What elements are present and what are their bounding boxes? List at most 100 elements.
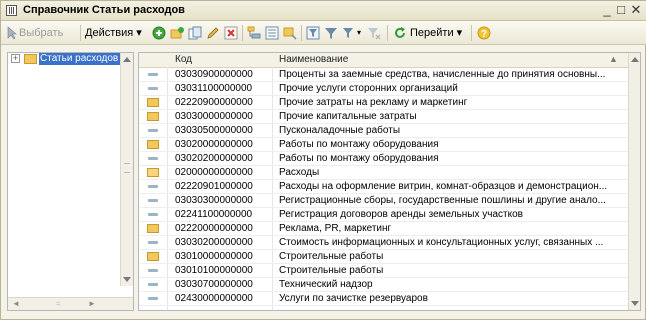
- scroll-up-arrow[interactable]: [631, 57, 639, 62]
- cell-code: 03030000000000: [175, 111, 253, 122]
- cell-name: Расходы: [279, 167, 320, 178]
- item-icon: [148, 73, 158, 76]
- scroll-down-arrow[interactable]: [123, 277, 131, 282]
- close-button[interactable]: ✕: [628, 2, 644, 18]
- scroll-down-arrow[interactable]: [631, 301, 639, 306]
- folder-icon: [24, 54, 37, 64]
- cell-code: 03031100000000: [175, 83, 253, 94]
- scroll-thumb-grip[interactable]: [124, 163, 130, 173]
- add-folder-icon[interactable]: [170, 26, 184, 40]
- table-row[interactable]: 03020200000000 Работы по монтажу оборудов…: [139, 152, 629, 166]
- item-icon: [148, 129, 158, 132]
- tree-node-label: Статьи расходов: [40, 53, 119, 64]
- cell-name: Работы по монтажу оборудования: [279, 153, 439, 164]
- tree-icon[interactable]: [283, 26, 297, 40]
- table-row[interactable]: 02220000000000 Реклама, PR, маркетинг: [139, 222, 629, 236]
- folder-icon: [147, 98, 159, 107]
- hierarchy-icon[interactable]: [247, 26, 261, 40]
- table-row[interactable]: 03030200000000 Стоимость информационных и…: [139, 236, 629, 250]
- table-row[interactable]: 03030900000000 Проценты за заемные средст…: [139, 68, 629, 82]
- refresh-icon[interactable]: [393, 26, 407, 40]
- toolbar-separator: [471, 25, 472, 41]
- table-row[interactable]: 03010000000000 Строительные работы: [139, 250, 629, 264]
- tree-horizontal-scrollbar[interactable]: ◄ = ►: [8, 297, 133, 310]
- filter-icon[interactable]: [306, 26, 320, 40]
- folder-icon: [147, 168, 159, 177]
- folder-icon: [147, 140, 159, 149]
- cell-name: Технический надзор: [279, 279, 373, 290]
- cell-name: Проценты за заемные средства, начисленны…: [279, 69, 606, 80]
- cell-name: Строительные работы: [279, 251, 384, 262]
- scroll-right-arrow[interactable]: ►: [88, 299, 96, 308]
- cell-name: Расходы на оформление витрин, комнат-обр…: [279, 181, 608, 192]
- cell-code: 02220900000000: [175, 97, 253, 108]
- cell-code: 02430000000000: [175, 293, 253, 304]
- item-icon: [148, 241, 158, 244]
- edit-icon[interactable]: [206, 26, 220, 40]
- expand-toggle[interactable]: +: [11, 54, 20, 63]
- table-row[interactable]: 03020000000000 Работы по монтажу оборудов…: [139, 138, 629, 152]
- table-row[interactable]: 02220901000000 Расходы на оформление витр…: [139, 180, 629, 194]
- toolbar-separator: [301, 25, 302, 41]
- table-row[interactable]: 03010100000000 Строительные работы: [139, 264, 629, 278]
- cell-code: 03020000000000: [175, 139, 253, 150]
- item-icon: [148, 199, 158, 202]
- table-vertical-scrollbar[interactable]: [628, 53, 640, 310]
- table-header: Код Наименование ▲: [139, 53, 629, 68]
- toolbar-separator: [80, 25, 81, 41]
- window-title: Справочник Статьи расходов: [23, 4, 185, 16]
- filter-by-value-icon[interactable]: [324, 26, 338, 40]
- table-row[interactable]: 02220900000000 Прочие затраты на рекламу …: [139, 96, 629, 110]
- add-icon[interactable]: [152, 26, 166, 40]
- svg-text:?: ?: [481, 29, 487, 40]
- table-row[interactable]: 02000000000000 Расходы: [139, 166, 629, 180]
- table-row[interactable]: 02241100000000 Регистрация договоров арен…: [139, 208, 629, 222]
- column-header-name[interactable]: Наименование: [279, 54, 348, 65]
- folder-icon: [147, 252, 159, 261]
- cell-code: 03030200000000: [175, 237, 253, 248]
- item-icon: [148, 185, 158, 188]
- table-row[interactable]: 03031100000000 Прочие услуги сторонних ор…: [139, 82, 629, 96]
- items-table: Код Наименование ▲ 03030900000000 Процент…: [138, 52, 641, 311]
- table-row[interactable]: 03030300000000 Регистрационные сборы, гос…: [139, 194, 629, 208]
- cell-name: Работы по монтажу оборудования: [279, 139, 439, 150]
- cell-name: Услуги по зачистке резервуаров: [279, 293, 428, 304]
- delete-icon[interactable]: [224, 26, 238, 40]
- column-header-code[interactable]: Код: [175, 54, 192, 65]
- maximize-button[interactable]: □: [613, 2, 629, 18]
- select-button[interactable]: Выбрать: [19, 25, 63, 41]
- cell-code: 03030300000000: [175, 195, 253, 206]
- table-row[interactable]: 02430000000000 Услуги по зачистке резерву…: [139, 292, 629, 306]
- toolbar: Выбрать Действия ▾ ▾ Перейти ▾ ?: [1, 21, 646, 45]
- filter-history-icon[interactable]: [342, 26, 356, 40]
- title-bar: Справочник Статьи расходов _ □ ✕: [1, 1, 646, 21]
- table-row[interactable]: 03030700000000 Технический надзор: [139, 278, 629, 292]
- cell-code: 03020200000000: [175, 153, 253, 164]
- scroll-left-arrow[interactable]: ◄: [12, 299, 20, 308]
- actions-menu-button[interactable]: Действия ▾: [85, 25, 142, 41]
- cell-code: 02220901000000: [175, 181, 253, 192]
- cell-code: 03010100000000: [175, 265, 253, 276]
- cell-name: Реклама, PR, маркетинг: [279, 223, 392, 234]
- chevron-down-icon[interactable]: ▾: [357, 25, 361, 41]
- scroll-up-arrow[interactable]: [123, 57, 131, 62]
- copy-icon[interactable]: [188, 26, 202, 40]
- catalog-window: Справочник Статьи расходов _ □ ✕ Выбрать…: [0, 0, 646, 320]
- tree-vertical-scrollbar[interactable]: [120, 53, 133, 286]
- cell-name: Стоимость информационных и консультацион…: [279, 237, 604, 248]
- list-mode-icon[interactable]: [265, 26, 279, 40]
- table-row[interactable]: 03030500000000 Пусконаладочные работы: [139, 124, 629, 138]
- catalog-icon: [6, 5, 17, 16]
- scroll-thumb-grip[interactable]: =: [56, 299, 61, 308]
- cell-code: 02000000000000: [175, 167, 253, 178]
- cell-name: Регистрационные сборы, государственные п…: [279, 195, 606, 206]
- cell-name: Прочие капитальные затраты: [279, 111, 417, 122]
- cell-name: Прочие услуги сторонних организаций: [279, 83, 458, 94]
- goto-menu-button[interactable]: Перейти ▾: [410, 25, 462, 41]
- item-icon: [148, 157, 158, 160]
- tree-pane: + Статьи расходов ◄ = ►: [7, 52, 134, 311]
- tree-node-root[interactable]: Статьи расходов: [39, 53, 120, 65]
- table-row[interactable]: 03030000000000 Прочие капитальные затраты: [139, 110, 629, 124]
- help-icon[interactable]: ?: [477, 26, 491, 40]
- clear-filter-icon[interactable]: [367, 26, 381, 40]
